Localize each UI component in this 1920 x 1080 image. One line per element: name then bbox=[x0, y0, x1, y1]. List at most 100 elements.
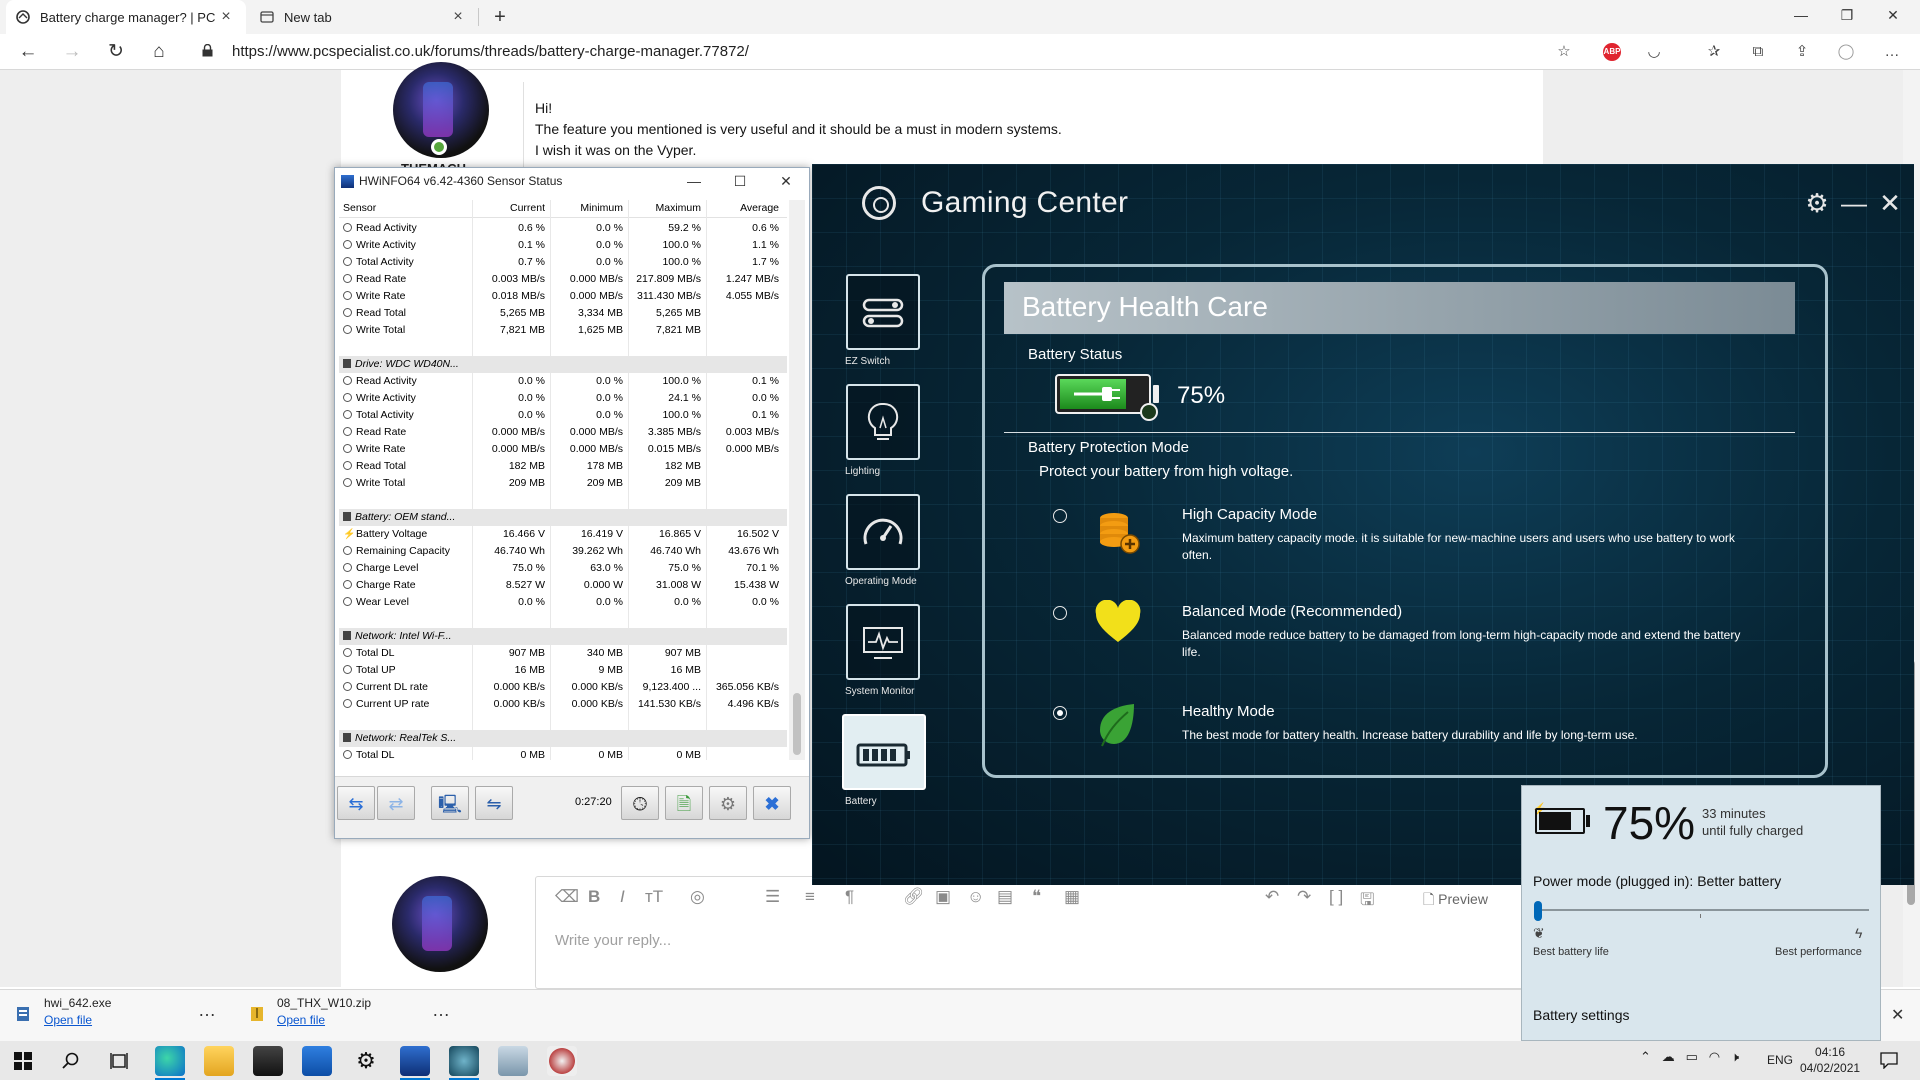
media-icon[interactable]: ▤ bbox=[997, 887, 1013, 907]
monitor-network-icon[interactable]: 🖳︎ bbox=[431, 786, 469, 820]
share-icon[interactable]: ⇪ bbox=[1790, 40, 1814, 64]
image-icon[interactable]: ▣ bbox=[935, 887, 951, 907]
sensor-table-scroll-thumb[interactable] bbox=[793, 693, 801, 755]
sensor-row[interactable]: Total UP 16 MB 9 MB 16 MB bbox=[339, 662, 787, 679]
nav-ez-switch[interactable] bbox=[846, 274, 920, 350]
more-menu-icon[interactable]: … bbox=[1880, 40, 1904, 64]
power-mode-slider-track[interactable] bbox=[1537, 909, 1869, 911]
address-bar[interactable]: https://www.pcspecialist.co.uk/forums/th… bbox=[190, 38, 1585, 66]
clock-app-icon[interactable] bbox=[547, 1046, 577, 1076]
column-header-maximum[interactable]: Maximum bbox=[631, 202, 707, 214]
home-icon[interactable]: ⌂ bbox=[145, 38, 173, 66]
undo-icon[interactable]: ↶ bbox=[1265, 887, 1279, 907]
add-log-icon[interactable]: 🗎︎ bbox=[665, 786, 703, 820]
radio-healthy[interactable] bbox=[1053, 706, 1067, 720]
new-tab-button[interactable]: + bbox=[488, 5, 512, 29]
arrows-left-right-icon[interactable]: ⇆ bbox=[337, 786, 375, 820]
sensor-row[interactable]: Charge Level 75.0 % 63.0 % 75.0 % 70.1 % bbox=[339, 560, 787, 577]
minimize-icon[interactable]: — bbox=[1778, 0, 1824, 30]
sensor-group-row[interactable]: Network: Intel Wi-F... bbox=[339, 628, 787, 645]
sensor-row[interactable]: Current DL rate 0.000 KB/s 0.000 KB/s 9,123… bbox=[339, 679, 787, 696]
paragraph-icon[interactable]: ¶ bbox=[845, 887, 854, 907]
nav-operating-mode[interactable] bbox=[846, 494, 920, 570]
open-file-link[interactable]: Open file bbox=[44, 1013, 111, 1027]
sensor-row[interactable]: Write Rate 0.018 MB/s 0.000 MB/s 311.430 MB… bbox=[339, 288, 787, 305]
download-more-icon[interactable]: … bbox=[198, 1000, 216, 1021]
settings-gear-icon[interactable]: ⚙ bbox=[1802, 188, 1832, 219]
gaming-center-taskbar-icon[interactable] bbox=[449, 1046, 479, 1080]
italic-icon[interactable]: I bbox=[620, 887, 625, 907]
sensor-row[interactable]: Read Activity 0.0 % 0.0 % 100.0 % 0.1 % bbox=[339, 373, 787, 390]
table-icon[interactable]: ▦ bbox=[1064, 887, 1080, 907]
sensor-group-row[interactable]: Battery: OEM stand... bbox=[339, 509, 787, 526]
power-mode-slider-thumb[interactable] bbox=[1534, 901, 1542, 921]
sensor-row[interactable]: Write Total 209 MB 209 MB 209 MB bbox=[339, 475, 787, 492]
color-palette-icon[interactable]: ◎ bbox=[690, 887, 705, 907]
sensor-group-row[interactable]: Drive: WDC WD40N... bbox=[339, 356, 787, 373]
bbcode-icon[interactable]: [ ] bbox=[1329, 887, 1343, 907]
align-icon[interactable]: ≡ bbox=[805, 887, 815, 907]
notification-center-icon[interactable] bbox=[1880, 1051, 1898, 1069]
sensor-row[interactable]: Write Total 7,821 MB 1,625 MB 7,821 MB bbox=[339, 322, 787, 339]
quote-icon[interactable]: ❝ bbox=[1032, 887, 1041, 907]
sensor-row[interactable]: Total DL 907 MB 340 MB 907 MB bbox=[339, 645, 787, 662]
edge-browser-icon[interactable] bbox=[155, 1046, 185, 1080]
text-size-icon[interactable]: тT bbox=[645, 887, 663, 907]
refresh-icon[interactable]: ↻ bbox=[102, 38, 130, 66]
settings-gear-icon[interactable]: ⚙ bbox=[351, 1046, 381, 1076]
pocket-icon[interactable]: ◡ bbox=[1642, 40, 1666, 64]
download-bar-close-icon[interactable]: ✕ bbox=[1891, 1005, 1904, 1025]
collections-icon[interactable]: ⧉ bbox=[1746, 40, 1770, 64]
mail-icon[interactable] bbox=[302, 1046, 332, 1076]
chevron-up-icon[interactable]: ⌃ bbox=[1640, 1049, 1651, 1064]
tab-close-icon[interactable]: × bbox=[216, 8, 236, 26]
link-icon[interactable]: 🔗︎ bbox=[903, 887, 925, 907]
tab-close-icon[interactable]: × bbox=[448, 8, 468, 26]
sensor-row[interactable]: Remaining Capacity 46.740 Wh 39.262 Wh 46.7… bbox=[339, 543, 787, 560]
clock-reset-icon[interactable]: 🕓︎ bbox=[621, 786, 659, 820]
tab-new-tab[interactable]: New tab × bbox=[250, 0, 478, 34]
sensor-row[interactable]: Charge Rate 8.527 W 0.000 W 31.008 W 15.438 … bbox=[339, 577, 787, 594]
close-icon[interactable]: ✕ bbox=[763, 168, 809, 194]
wifi-icon[interactable]: ◠ bbox=[1709, 1049, 1720, 1064]
profile-avatar-icon[interactable]: ◯ bbox=[1834, 40, 1858, 64]
sensor-row[interactable]: Write Activity 0.0 % 0.0 % 24.1 % 0.0 % bbox=[339, 390, 787, 407]
task-view-icon[interactable] bbox=[110, 1052, 128, 1070]
sensor-row[interactable]: Wear Level 0.0 % 0.0 % 0.0 % 0.0 % bbox=[339, 594, 787, 611]
sensor-row[interactable]: Current UP rate 0.000 KB/s 0.000 KB/s 141.5… bbox=[339, 696, 787, 713]
onedrive-icon[interactable]: ☁ bbox=[1662, 1049, 1675, 1064]
settings-gear-icon[interactable]: ⚙ bbox=[709, 786, 747, 820]
preview-button[interactable]: 🗋︎ Preview bbox=[1423, 889, 1488, 913]
close-x-icon[interactable]: ✖ bbox=[753, 786, 791, 820]
download-item[interactable]: 08_THX_W10.zip Open file bbox=[277, 996, 371, 1027]
sensor-table-scrollbar[interactable] bbox=[789, 200, 805, 760]
mute-volume-icon[interactable]: 🕨︎ bbox=[1731, 1049, 1739, 1064]
column-header-minimum[interactable]: Minimum bbox=[553, 202, 629, 214]
column-header-current[interactable]: Current bbox=[475, 202, 551, 214]
close-window-icon[interactable]: ✕ bbox=[1870, 0, 1916, 30]
column-header-average[interactable]: Average bbox=[709, 202, 785, 214]
search-icon[interactable] bbox=[62, 1052, 80, 1070]
file-explorer-icon[interactable] bbox=[204, 1046, 234, 1076]
battery-tray-icon[interactable]: ▭ bbox=[1686, 1049, 1698, 1064]
radio-high-capacity[interactable] bbox=[1053, 509, 1067, 523]
sensor-row[interactable]: Read Total 182 MB 178 MB 182 MB bbox=[339, 458, 787, 475]
minimize-icon[interactable]: — bbox=[1839, 188, 1869, 219]
adblock-plus-icon[interactable]: ABP bbox=[1603, 43, 1621, 61]
minimize-icon[interactable]: — bbox=[671, 168, 717, 194]
open-file-link[interactable]: Open file bbox=[277, 1013, 371, 1027]
sensor-row[interactable]: Write Rate 0.000 MB/s 0.000 MB/s 0.015 MB/s… bbox=[339, 441, 787, 458]
sensor-row[interactable]: Read Rate 0.003 MB/s 0.000 MB/s 217.809 MB/… bbox=[339, 271, 787, 288]
sensor-row[interactable]: Total DL 0 MB 0 MB 0 MB bbox=[339, 747, 787, 760]
favorite-star-icon[interactable]: ☆ bbox=[1552, 40, 1576, 64]
redo-icon[interactable]: ↷ bbox=[1297, 887, 1311, 907]
sensor-row[interactable]: Total Activity 0.0 % 0.0 % 100.0 % 0.1 % bbox=[339, 407, 787, 424]
download-item[interactable]: hwi_642.exe Open file bbox=[44, 996, 111, 1027]
back-arrow-icon[interactable]: ← bbox=[14, 38, 42, 66]
app-icon[interactable] bbox=[498, 1046, 528, 1076]
sensor-row[interactable]: Read Rate 0.000 MB/s 0.000 MB/s 3.385 MB/s 0… bbox=[339, 424, 787, 441]
avatar[interactable] bbox=[392, 876, 488, 972]
sensor-row[interactable]: Read Total 5,265 MB 3,334 MB 5,265 MB bbox=[339, 305, 787, 322]
drafts-icon[interactable]: 🖫︎ bbox=[1360, 887, 1374, 916]
column-header-sensor[interactable]: Sensor bbox=[343, 202, 473, 214]
